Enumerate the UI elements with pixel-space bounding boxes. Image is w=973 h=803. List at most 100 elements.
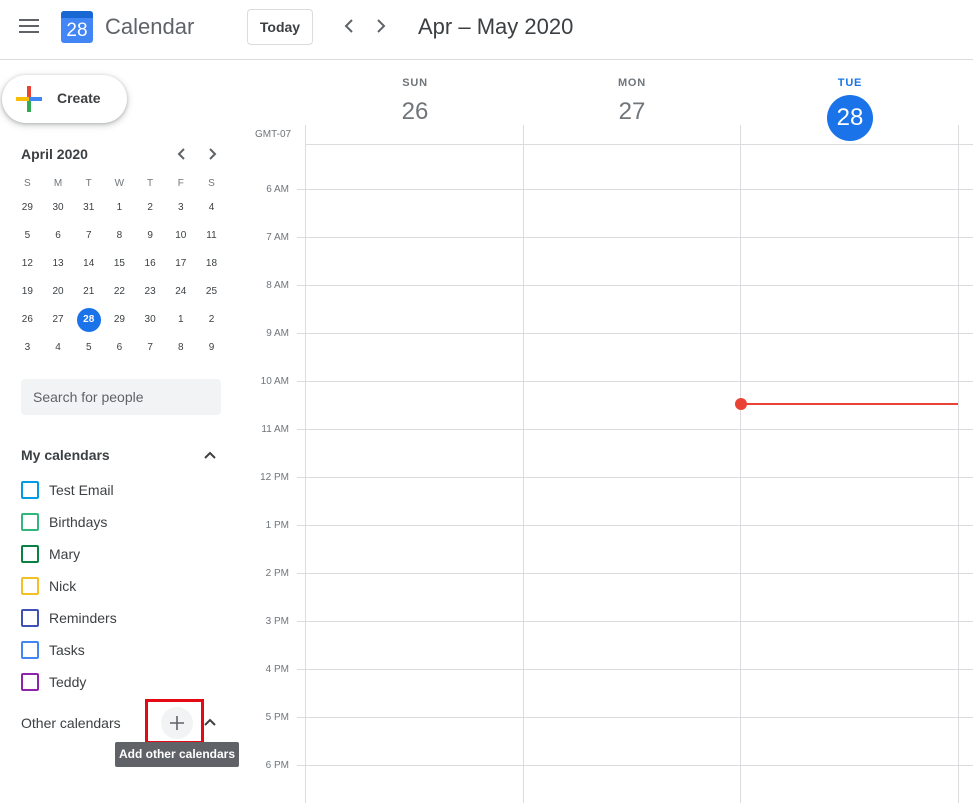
mini-day[interactable]: 30 [135,308,166,336]
calendar-logo-icon: 28 [61,11,93,43]
mini-day[interactable]: 16 [135,252,166,280]
mini-day[interactable]: 12 [12,252,43,280]
mini-day[interactable]: 3 [12,336,43,364]
create-button[interactable]: Create [2,75,127,123]
mini-day[interactable]: 15 [104,252,135,280]
today-button[interactable]: Today [247,9,313,45]
mini-day[interactable]: 25 [196,280,227,308]
mini-day[interactable]: 29 [104,308,135,336]
calendar-item-test-email[interactable]: Test Email [21,478,221,502]
mini-day[interactable]: 21 [73,280,104,308]
mini-day[interactable]: 4 [196,196,227,224]
hour-gridline [297,669,973,670]
day-header-tue[interactable]: TUE 28 [810,77,890,141]
weekday-label: W [114,178,125,189]
day-header-sun[interactable]: SUN 26 [375,77,455,127]
mini-calendar-grid: S M T W T F S 29 30 31 1 2 3 4 5 6 7 8 9… [12,172,227,364]
mini-day[interactable]: 22 [104,280,135,308]
mini-day[interactable]: 9 [196,336,227,364]
mini-day[interactable]: 8 [104,224,135,252]
mini-day[interactable]: 30 [43,196,74,224]
day-of-month[interactable]: 27 [592,97,672,127]
mini-day[interactable]: 29 [12,196,43,224]
calendar-checkbox[interactable] [21,673,39,691]
collapse-my-calendars-icon[interactable] [200,445,220,465]
collapse-other-calendars-icon[interactable] [200,712,220,732]
mini-day[interactable]: 31 [73,196,104,224]
mini-day[interactable]: 8 [165,336,196,364]
day-of-week: SUN [402,77,428,89]
current-date-range: Apr – May 2020 [418,14,574,39]
mini-day[interactable]: 14 [73,252,104,280]
mini-day-today[interactable]: 28 [73,308,104,336]
calendar-checkbox[interactable] [21,481,39,499]
mini-day[interactable]: 9 [135,224,166,252]
day-of-month[interactable]: 26 [375,97,455,127]
mini-day[interactable]: 7 [135,336,166,364]
calendar-item-reminders[interactable]: Reminders [21,606,221,630]
my-calendars-title[interactable]: My calendars [21,447,110,463]
hour-label: 11 AM [261,424,289,435]
mini-day[interactable]: 17 [165,252,196,280]
mini-day[interactable]: 19 [12,280,43,308]
mini-day[interactable]: 1 [104,196,135,224]
mini-day[interactable]: 18 [196,252,227,280]
mini-day[interactable]: 24 [165,280,196,308]
hour-gridline [297,765,973,766]
calendar-item-tasks[interactable]: Tasks [21,638,221,662]
mini-day[interactable]: 23 [135,280,166,308]
day-of-week: TUE [837,77,863,89]
calendar-checkbox[interactable] [21,513,39,531]
mini-day[interactable]: 20 [43,280,74,308]
mini-day[interactable]: 11 [196,224,227,252]
mini-calendar-weekdays: S M T W T F S [12,172,227,196]
timezone-label: GMT-07 [255,129,292,140]
mini-day[interactable]: 13 [43,252,74,280]
mini-prev-month-icon[interactable] [172,144,192,164]
mini-next-month-icon[interactable] [202,144,222,164]
mini-day[interactable]: 10 [165,224,196,252]
hour-label: 4 PM [265,664,289,675]
main-menu-icon[interactable] [19,19,39,35]
day-header-mon[interactable]: MON 27 [592,77,672,127]
hour-label: 6 PM [265,760,289,771]
mini-day[interactable]: 4 [43,336,74,364]
calendar-checkbox[interactable] [21,545,39,563]
calendar-item-mary[interactable]: Mary [21,542,221,566]
hour-label: 6 AM [266,184,289,195]
highlight-box [145,699,204,744]
day-of-month-today[interactable]: 28 [827,95,873,141]
mini-day[interactable]: 1 [165,308,196,336]
calendar-checkbox[interactable] [21,577,39,595]
mini-day[interactable]: 7 [73,224,104,252]
mini-calendar-week: 12 13 14 15 16 17 18 [12,252,227,280]
search-people-input[interactable] [21,379,221,415]
calendar-checkbox[interactable] [21,609,39,627]
hour-label: 8 AM [266,280,289,291]
mini-day[interactable]: 6 [104,336,135,364]
day-of-week: MON [617,77,647,89]
current-time-dot [735,398,747,410]
hour-gridline [297,429,973,430]
previous-period-icon[interactable] [337,14,361,40]
calendar-label: Mary [49,546,81,562]
mini-calendar-week: 5 6 7 8 9 10 11 [12,224,227,252]
calendar-item-teddy[interactable]: Teddy [21,670,221,694]
mini-day[interactable]: 27 [43,308,74,336]
calendar-item-nick[interactable]: Nick [21,574,221,598]
calendar-item-birthdays[interactable]: Birthdays [21,510,221,534]
next-period-icon[interactable] [369,14,393,40]
other-calendars-title[interactable]: Other calendars [21,715,121,731]
current-time-line [741,403,958,405]
mini-day[interactable]: 5 [12,224,43,252]
calendar-checkbox[interactable] [21,641,39,659]
logo-day: 28 [66,20,88,41]
mini-day[interactable]: 2 [135,196,166,224]
mini-day[interactable]: 2 [196,308,227,336]
mini-day[interactable]: 3 [165,196,196,224]
hour-gridline [297,237,973,238]
mini-day[interactable]: 6 [43,224,74,252]
mini-day[interactable]: 26 [12,308,43,336]
mini-day[interactable]: 5 [73,336,104,364]
calendar-label: Birthdays [49,514,108,530]
